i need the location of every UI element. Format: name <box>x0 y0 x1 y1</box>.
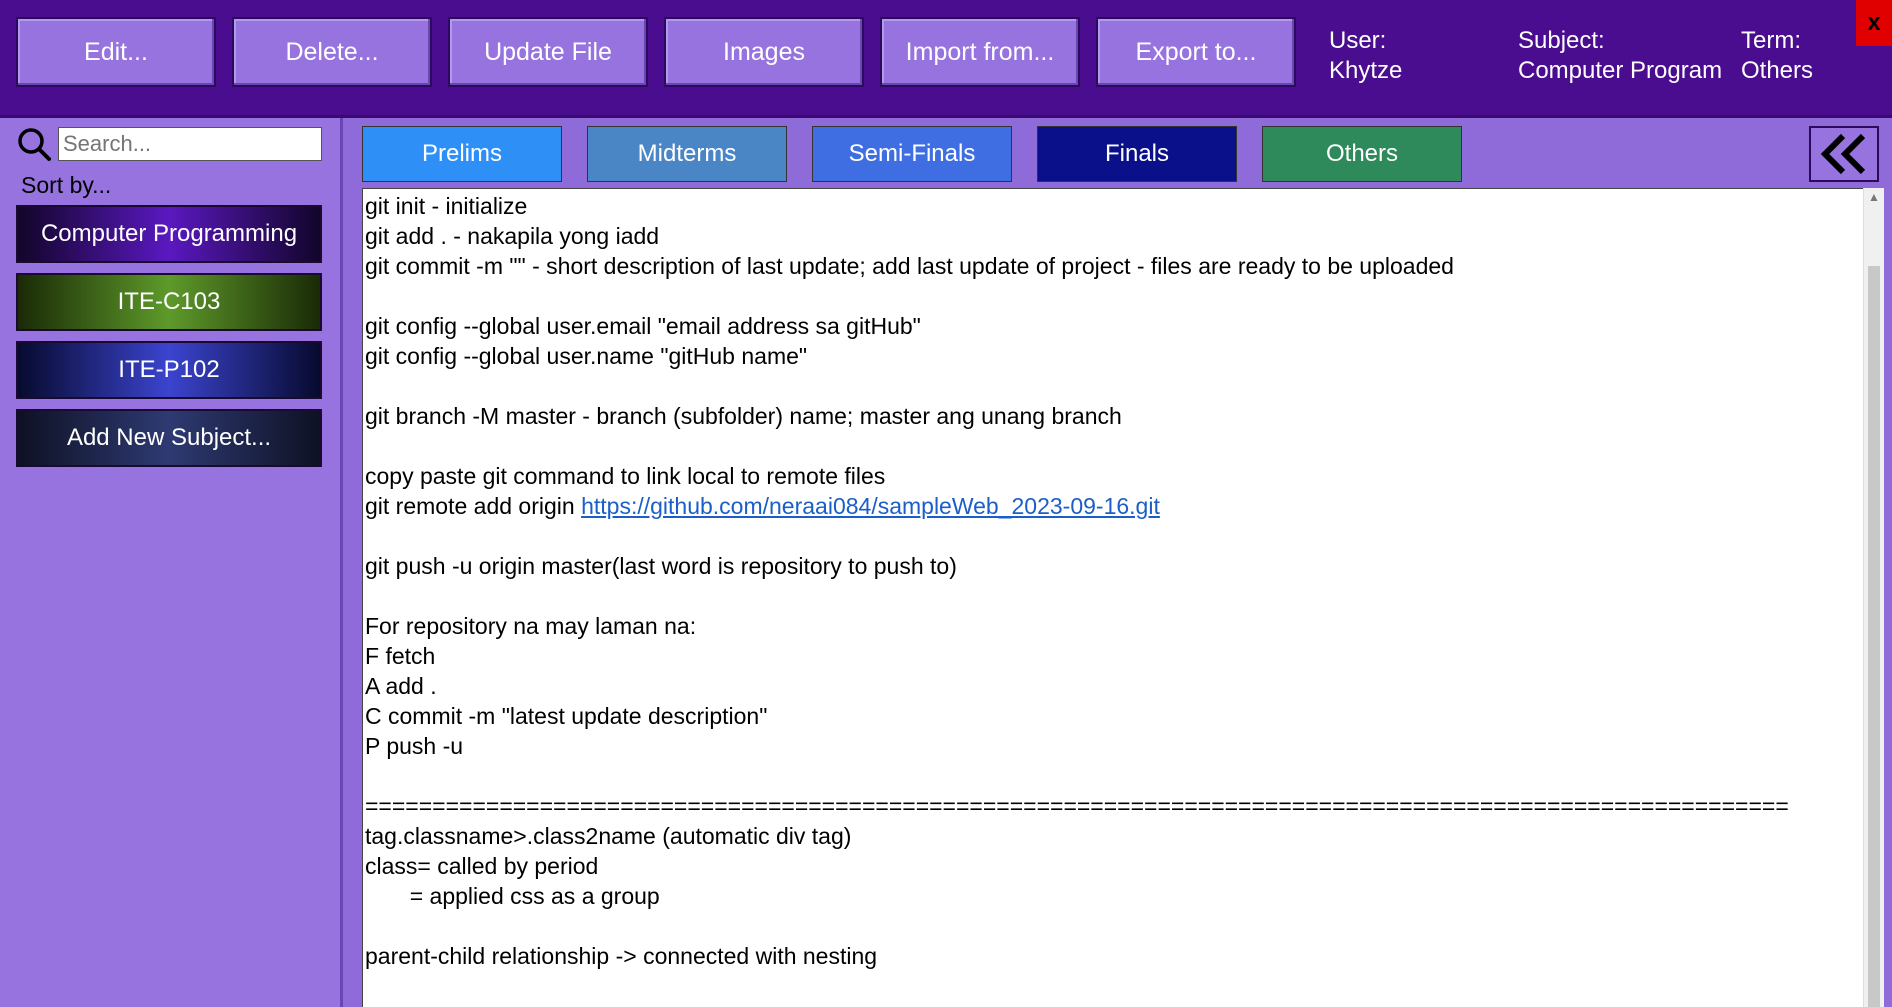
images-button[interactable]: Images <box>664 17 864 87</box>
subject-computer-programming[interactable]: Computer Programming <box>16 205 322 263</box>
note-line: tag.classname>.class2name (automatic div… <box>365 823 852 849</box>
note-line <box>365 581 1867 611</box>
close-button[interactable]: x <box>1856 0 1892 46</box>
note-line: parent-child relationship -> connected w… <box>365 943 878 969</box>
export-to-button[interactable]: Export to... <box>1096 17 1296 87</box>
note-line: For repository na may laman na: <box>365 613 697 639</box>
repo-url-link[interactable]: https://github.com/neraai084/sampleWeb_2… <box>581 493 1160 519</box>
term-label: Term: <box>1741 27 1801 54</box>
sidebar-divider <box>340 118 343 1007</box>
scroll-up-arrow-icon[interactable]: ▲ <box>1864 190 1884 204</box>
note-line <box>365 521 1867 551</box>
note-line: A add . <box>365 673 437 699</box>
note-line: F fetch <box>365 643 436 669</box>
note-line <box>365 911 1867 941</box>
note-line: git init - initialize <box>365 193 528 219</box>
tab-midterms[interactable]: Midterms <box>587 126 787 182</box>
search-icon[interactable] <box>15 125 53 163</box>
collapse-panel-button[interactable] <box>1809 126 1879 182</box>
note-line <box>365 371 1867 401</box>
subject-label: Subject: <box>1518 27 1605 54</box>
subject-ite-c103[interactable]: ITE-C103 <box>16 273 322 331</box>
notes-text-area[interactable]: git init - initialize git add . - nakapil… <box>362 188 1867 1007</box>
subject-value: Computer Program <box>1518 57 1723 84</box>
note-line: copy paste git command to link local to … <box>365 463 886 489</box>
note-text: git remote add origin <box>365 493 582 519</box>
search-input[interactable] <box>58 127 322 161</box>
note-line: git push -u origin master(last word is r… <box>365 553 957 579</box>
add-new-subject-button[interactable]: Add New Subject... <box>16 409 322 467</box>
subject-ite-p102[interactable]: ITE-P102 <box>16 341 322 399</box>
user-value: Khytze <box>1329 57 1403 84</box>
note-line: git add . - nakapila yong iadd <box>365 223 660 249</box>
close-icon: x <box>1867 9 1881 36</box>
note-line <box>365 281 1867 311</box>
note-line <box>365 761 1867 791</box>
scroll-thumb[interactable] <box>1868 266 1880 1007</box>
double-chevron-left-icon <box>1820 133 1866 175</box>
note-line: P push -u <box>365 733 464 759</box>
edit-button[interactable]: Edit... <box>16 17 216 87</box>
note-line: git branch -M master - branch (subfolder… <box>365 403 1122 429</box>
sort-by-label: Sort by... <box>21 172 112 198</box>
note-line <box>365 431 1867 461</box>
delete-button[interactable]: Delete... <box>232 17 432 87</box>
note-line: = applied css as a group <box>365 883 660 909</box>
update-file-button[interactable]: Update File <box>448 17 648 87</box>
top-toolbar: Edit... Delete... Update File Images Imp… <box>0 0 1892 118</box>
note-line: git remote add origin https://github.com… <box>365 491 1867 521</box>
vertical-scrollbar[interactable]: ▲ <box>1863 188 1884 1007</box>
note-line: git config --global user.name "gitHub na… <box>365 343 808 369</box>
tab-finals[interactable]: Finals <box>1037 126 1237 182</box>
tab-others[interactable]: Others <box>1262 126 1462 182</box>
import-from-button[interactable]: Import from... <box>880 17 1080 87</box>
term-value: Others <box>1741 57 1814 84</box>
tab-semi-finals[interactable]: Semi-Finals <box>812 126 1012 182</box>
note-line: git commit -m "" - short description of … <box>365 253 1454 279</box>
note-line: class= called by period <box>365 853 599 879</box>
note-line: C commit -m "latest update description" <box>365 703 768 729</box>
user-label: User: <box>1329 27 1387 54</box>
note-line: ========================================… <box>365 793 1789 819</box>
note-line: git config --global user.email "email ad… <box>365 313 921 339</box>
tab-prelims[interactable]: Prelims <box>362 126 562 182</box>
